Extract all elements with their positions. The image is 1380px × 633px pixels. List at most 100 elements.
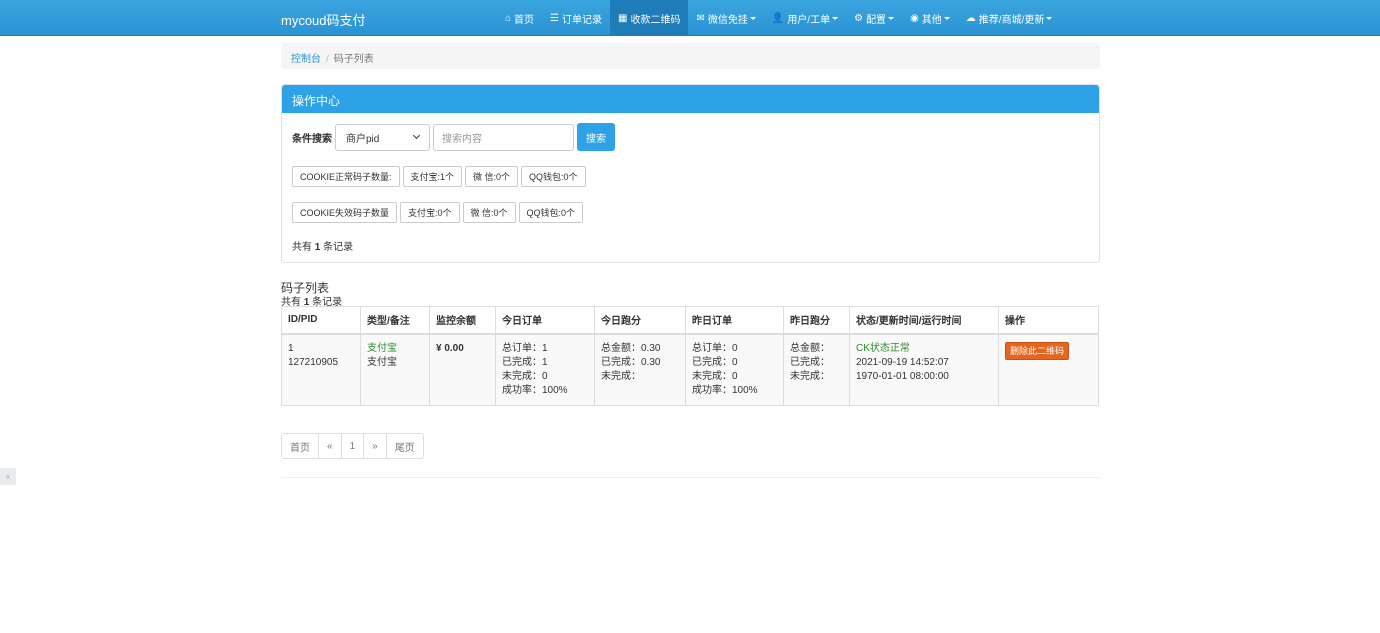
page-1[interactable]: 1 [340,433,365,459]
yesterday-undone: 未完成：0 [692,370,738,382]
nav-wechat[interactable]: ✉ 微信免挂 [688,0,763,36]
caret-down-icon [749,16,756,20]
wechat-icon: ✉ [696,12,705,24]
breadcrumb-current: 码子列表 [333,54,374,65]
today-amount: 总金额：0.30 [601,342,661,354]
cloud-icon: ☁ [965,12,976,24]
row-id: 1 [288,342,294,354]
qrcode-table: ID/PID 类型/备注 监控余额 今日订单 今日跑分 昨日订单 昨日跑分 状态… [281,306,1099,406]
search-label: 条件搜索 [292,133,332,145]
cell-today-score: 总金额：0.30 已完成：0.30 未完成： [594,333,686,406]
gear-icon: ⚙ [854,12,864,24]
th-balance: 监控余额 [429,306,496,335]
list-icon: ☰ [550,12,560,24]
row-balance: ¥ 0.00 [436,342,464,354]
cookie-bad-wechat[interactable]: 微 信:0个 [462,202,516,223]
cookie-bad-row: COOKIE失效码子数量 支付宝:0个 微 信:0个 QQ钱包:0个 [292,202,586,223]
cell-type: 支付宝 支付宝 [360,333,430,406]
row-type: 支付宝 [367,342,397,354]
row-remark: 支付宝 [367,356,397,368]
chevron-down-icon [412,131,421,140]
today-amount-done: 已完成：0.30 [601,356,661,368]
cell-balance: ¥ 0.00 [429,333,496,406]
cookie-bad-qq[interactable]: QQ钱包:0个 [518,202,584,223]
today-done: 已完成：1 [502,356,548,368]
th-status: 状态/更新时间/运行时间 [849,306,999,335]
cookie-bad-label[interactable]: COOKIE失效码子数量 [292,202,398,223]
side-collapse-tab[interactable]: « [0,468,16,485]
page-prev[interactable]: « [318,433,342,459]
row-pid: 127210905 [288,356,339,368]
search-field-value: 商户pid [346,133,380,145]
breadcrumb: 控制台 / 码子列表 [281,43,1100,69]
nav-users[interactable]: 👤 用户/工单 [764,0,846,36]
cookie-ok-wechat[interactable]: 微 信:0个 [465,166,519,187]
search-row: 条件搜索 商户pid 搜索内容 搜索 [292,123,615,151]
yesterday-amount-done: 已完成： [790,356,830,368]
nav-recommend[interactable]: ☁ 推荐/商城/更新 [958,0,1061,36]
nav-qrcode-label: 收款二维码 [630,14,681,26]
pagination: 首页 « 1 » 尾页 [281,433,424,459]
cell-yesterday-score: 总金额： 已完成： 未完成： [783,333,850,406]
nav-wechat-label: 微信免挂 [707,14,748,26]
nav-orders-label: 订单记录 [562,14,603,26]
cookie-bad-alipay[interactable]: 支付宝:0个 [400,202,460,223]
run-time: 1970-01-01 08:00:00 [856,370,949,382]
nav-config[interactable]: ⚙ 配置 [846,0,902,36]
page-next[interactable]: » [363,433,387,459]
top-navbar: mycoud码支付 ⌂ 首页 ☰ 订单记录 ▦ 收款二维码 ✉ 微信免挂 👤 用户/工单 … [0,0,1380,36]
cookie-ok-alipay[interactable]: 支付宝:1个 [402,166,463,187]
nav-config-label: 配置 [866,14,887,26]
yesterday-amount-undone: 未完成： [790,370,830,382]
status-text: CK状态正常 [856,342,910,354]
search-field-select[interactable]: 商户pid [335,123,430,151]
cell-yesterday-orders: 总订单：0 已完成：0 未完成：0 成功率：100% [685,333,784,406]
nav-qrcode[interactable]: ▦ 收款二维码 [610,0,689,36]
today-rate: 成功率：100% [502,384,568,396]
breadcrumb-separator: / [326,54,329,65]
page-first[interactable]: 首页 [281,433,319,459]
breadcrumb-home[interactable]: 控制台 [291,54,321,65]
th-today-orders: 今日订单 [495,306,595,335]
table-header-row: ID/PID 类型/备注 监控余额 今日订单 今日跑分 昨日订单 昨日跑分 状态… [281,306,1099,335]
cookie-ok-label[interactable]: COOKIE正常码子数量: [292,166,400,187]
cell-id: 1 127210905 [281,333,361,406]
th-type: 类型/备注 [360,306,430,335]
search-button[interactable]: 搜索 [577,123,615,151]
th-id: ID/PID [281,306,361,335]
today-amount-undone: 未完成： [601,370,641,382]
home-icon: ⌂ [505,12,512,24]
yesterday-amount: 总金额： [790,342,830,354]
cell-today-orders: 总订单：1 已完成：1 未完成：0 成功率：100% [495,333,595,406]
nav-recommend-label: 推荐/商城/更新 [978,14,1045,26]
operation-panel: 操作中心 条件搜索 商户pid 搜索内容 搜索 COOKIE正常码子数量: 支付… [281,84,1100,263]
nav-users-label: 用户/工单 [787,14,831,26]
qrcode-icon: ▦ [618,12,628,24]
cell-action: 删除此二维码 [998,333,1099,406]
today-total: 总订单：1 [502,342,548,354]
nav-orders[interactable]: ☰ 订单记录 [542,0,610,36]
th-yesterday-score: 昨日跑分 [783,306,850,335]
page-last[interactable]: 尾页 [385,433,424,459]
caret-down-icon [1046,16,1053,20]
footer-divider [281,477,1100,478]
delete-qrcode-button[interactable]: 删除此二维码 [1005,341,1070,360]
yesterday-total: 总订单：0 [692,342,738,354]
search-input[interactable]: 搜索内容 [433,123,574,151]
total-suffix: 条记录 [320,242,354,253]
th-today-score: 今日跑分 [594,306,686,335]
cookie-ok-row: COOKIE正常码子数量: 支付宝:1个 微 信:0个 QQ钱包:0个 [292,166,589,187]
yesterday-done: 已完成：0 [692,356,738,368]
globe-icon: ◉ [910,12,919,24]
caret-down-icon [888,16,895,20]
nav-home[interactable]: ⌂ 首页 [497,0,542,36]
panel-title: 操作中心 [282,85,1099,113]
user-icon: 👤 [771,12,785,24]
panel-total: 共有 1 条记录 [292,238,353,253]
yesterday-rate: 成功率：100% [692,384,758,396]
cookie-ok-qq[interactable]: QQ钱包:0个 [521,166,586,187]
nav-other[interactable]: ◉ 其他 [902,0,958,36]
caret-down-icon [943,16,950,20]
brand-title[interactable]: mycoud码支付 [281,10,366,29]
th-action: 操作 [998,306,1099,335]
